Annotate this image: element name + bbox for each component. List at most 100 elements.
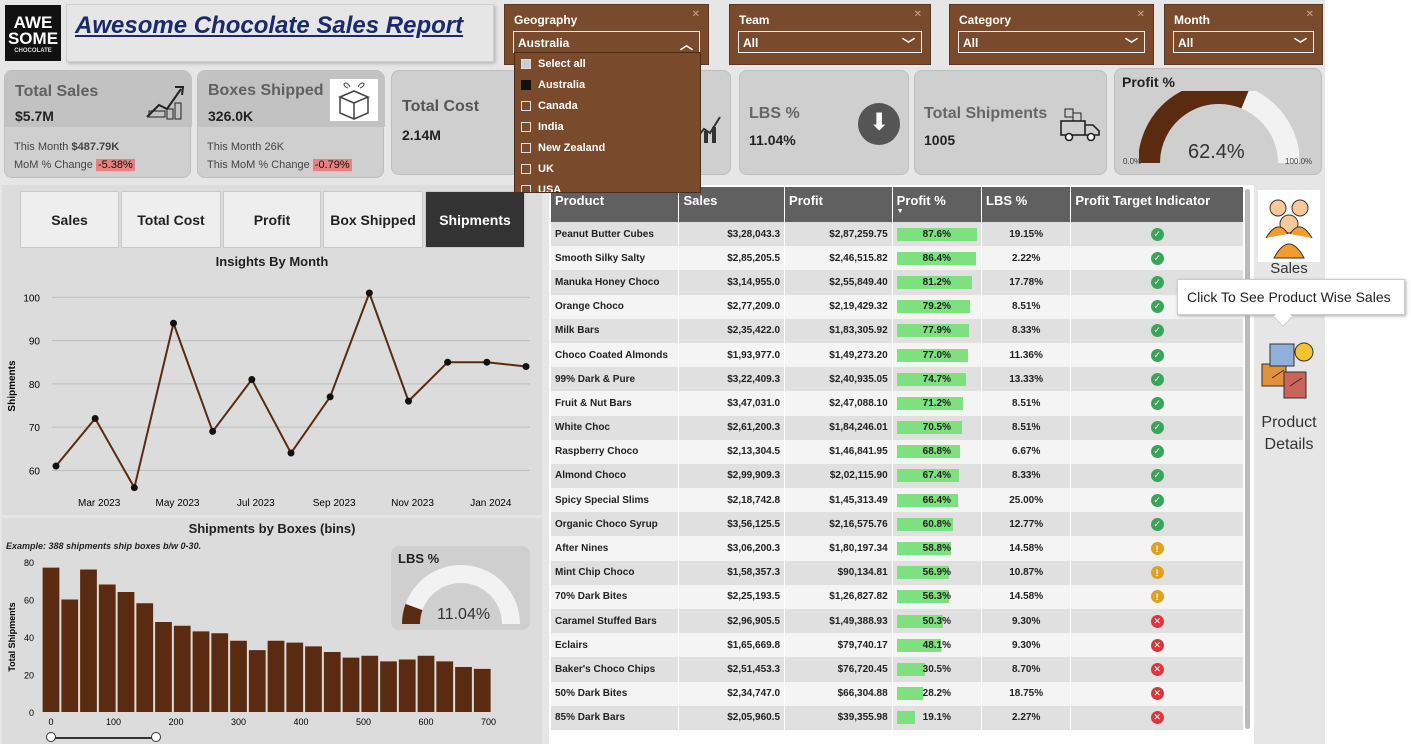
check-circle-icon: ✓ bbox=[1150, 275, 1164, 289]
table-row[interactable]: Eclairs $1,65,669.8 $79,740.17 48.1% 9.30% ✕ bbox=[551, 633, 1244, 658]
product-name: Manuka Honey Choco bbox=[551, 270, 680, 295]
table-row[interactable]: Almond Choco $2,99,909.3 $2,02,115.90 67.4%… bbox=[551, 463, 1244, 489]
table-row[interactable]: Caramel Stuffed Bars $2,96,905.5 $1,49,388… bbox=[551, 609, 1244, 634]
check-circle-icon: ✓ bbox=[1150, 396, 1164, 410]
geography-option-select-all[interactable]: Select all bbox=[521, 54, 586, 74]
table-row[interactable]: Fruit & Nut Bars $3,47,031.0 $2,47,088.10 7… bbox=[551, 391, 1244, 416]
profit-value: $1,84,246.01 bbox=[784, 415, 893, 440]
x-tick-label: 600 bbox=[418, 717, 433, 727]
table-row[interactable]: Spicy Special Slims $2,18,742.8 $1,45,313.… bbox=[551, 488, 1244, 513]
table-row[interactable]: Organic Choco Syrup $3,56,125.5 $2,16,575.… bbox=[551, 512, 1244, 537]
profit-pct-value: 48.1% bbox=[922, 639, 951, 651]
table-scrollbar[interactable] bbox=[1245, 189, 1250, 729]
table-row[interactable]: 50% Dark Bites $2,34,747.0 $66,304.88 28.2%… bbox=[551, 681, 1244, 706]
table-row[interactable]: Mint Chip Choco $1,58,357.3 $90,134.81 56.9… bbox=[551, 560, 1244, 585]
profit-pct-value: 77.9% bbox=[922, 325, 951, 337]
team-slicer[interactable]: Team ✕ All ﹀ bbox=[729, 4, 931, 65]
geography-option-india[interactable]: India bbox=[521, 117, 564, 137]
profit-value: $39,355.98 bbox=[784, 705, 893, 730]
table-row[interactable]: Baker's Choco Chips $2,51,453.3 $76,720.45… bbox=[551, 657, 1244, 682]
sales-value: $2,77,209.0 bbox=[678, 294, 786, 319]
lbs-pct-value: 19.15% bbox=[981, 222, 1072, 247]
histogram-bar bbox=[155, 622, 172, 712]
histogram-bar bbox=[230, 640, 247, 712]
month-slicer[interactable]: Month ✕ All ﹀ bbox=[1164, 4, 1323, 65]
geography-dropdown[interactable]: Australia ︿ bbox=[513, 31, 700, 53]
nav-button-sales[interactable]: Sales bbox=[20, 191, 119, 248]
checkbox-icon[interactable] bbox=[521, 164, 531, 174]
column-header[interactable]: Profit Target Indicator bbox=[1070, 187, 1244, 222]
y-tick-label: 60 bbox=[29, 466, 41, 477]
lbs-pct-value: 2.22% bbox=[981, 246, 1072, 271]
product-name: Eclairs bbox=[551, 633, 680, 658]
nav-button-box-shipped[interactable]: Box Shipped bbox=[323, 191, 423, 248]
column-header[interactable]: Profit bbox=[784, 187, 893, 222]
mom-change-badge: -5.38% bbox=[95, 159, 135, 171]
histogram-bar bbox=[455, 667, 472, 712]
x-tick-label: Nov 2023 bbox=[391, 498, 434, 509]
chevron-down-icon: ﹀ bbox=[901, 37, 915, 52]
table-row[interactable]: 70% Dark Bites $2,25,193.5 $1,26,827.82 56.… bbox=[551, 584, 1244, 609]
table-row[interactable]: Smooth Silky Salty $2,85,205.5 $2,46,515.8… bbox=[551, 246, 1244, 271]
checkbox-icon[interactable] bbox=[521, 185, 531, 192]
table-row[interactable]: Manuka Honey Choco $3,14,955.0 $2,55,849.4… bbox=[551, 270, 1244, 295]
profit-pct-cell: 79.2% bbox=[892, 294, 983, 319]
team-dropdown[interactable]: All ﹀ bbox=[738, 31, 922, 53]
geography-option-australia[interactable]: Australia bbox=[521, 75, 585, 95]
table-row[interactable]: Peanut Butter Cubes $3,28,043.3 $2,87,259.… bbox=[551, 222, 1244, 247]
range-slider-handle-min[interactable] bbox=[46, 732, 56, 742]
product-name: Spicy Special Slims bbox=[551, 488, 680, 513]
lbs-pct-value: 14.58% bbox=[981, 584, 1072, 609]
lbs-pct-value: 8.51% bbox=[981, 391, 1072, 416]
range-slider-handle-max[interactable] bbox=[151, 732, 161, 742]
profit-pct-value: 19.1% bbox=[922, 712, 951, 724]
geography-dropdown-list[interactable]: Select all Australia Canada India New Zealan… bbox=[514, 52, 701, 193]
profit-pct-value: 68.8% bbox=[922, 446, 951, 458]
sales-value: $2,61,200.3 bbox=[678, 415, 786, 440]
sales-value: $3,22,409.3 bbox=[678, 367, 786, 392]
table-row[interactable]: After Nines $3,06,200.3 $1,80,197.34 58.8% 1… bbox=[551, 536, 1244, 561]
nav-button-shipments[interactable]: Shipments bbox=[425, 191, 525, 248]
sort-desc-icon[interactable]: ▼ bbox=[897, 208, 977, 215]
table-row[interactable]: White Choc $2,61,200.3 $1,84,246.01 70.5% 8.… bbox=[551, 415, 1244, 440]
geography-option-usa[interactable]: USA bbox=[521, 180, 561, 192]
data-point bbox=[444, 358, 452, 366]
profit-pct-value: 79.2% bbox=[922, 301, 951, 313]
sales-value: $3,56,125.5 bbox=[678, 512, 786, 537]
checkbox-icon[interactable] bbox=[521, 101, 531, 111]
nav-button-total-cost[interactable]: Total Cost bbox=[121, 191, 221, 248]
checkbox-icon[interactable] bbox=[521, 80, 531, 90]
geography-option-uk[interactable]: UK bbox=[521, 159, 554, 179]
table-row[interactable]: 99% Dark & Pure $3,22,409.3 $2,40,935.05 74… bbox=[551, 367, 1244, 392]
sales-value: $3,47,031.0 bbox=[678, 391, 786, 416]
column-header[interactable]: LBS % bbox=[981, 187, 1072, 222]
profit-pct-cell: 77.9% bbox=[892, 318, 983, 343]
nav-button-profit[interactable]: Profit bbox=[223, 191, 321, 248]
column-header[interactable]: Profit % ▼ bbox=[892, 187, 983, 222]
category-dropdown[interactable]: All ﹀ bbox=[958, 31, 1145, 53]
checkbox-icon[interactable] bbox=[521, 122, 531, 132]
sales-nav-button[interactable] bbox=[1258, 190, 1320, 262]
geography-option-canada[interactable]: Canada bbox=[521, 96, 578, 116]
product-table: Product Sales Profit Profit % ▼ LBS % Profit T… bbox=[551, 187, 1244, 730]
product-name: Milk Bars bbox=[551, 318, 680, 343]
month-dropdown[interactable]: All ﹀ bbox=[1173, 31, 1314, 53]
profit-pct-cell: 56.3% bbox=[892, 584, 983, 609]
check-circle-icon: ✓ bbox=[1150, 227, 1164, 241]
geography-option-new-zealand[interactable]: New Zealand bbox=[521, 138, 605, 158]
table-row[interactable]: 85% Dark Bars $2,05,960.5 $39,355.98 19.1% 2… bbox=[551, 705, 1244, 730]
error-x-icon: ✕ bbox=[1150, 662, 1164, 676]
histogram-bar bbox=[248, 650, 266, 712]
table-row[interactable]: Choco Coated Almonds $1,93,977.0 $1,49,273… bbox=[551, 342, 1244, 368]
table-row[interactable]: Orange Choco $2,77,209.0 $2,19,429.32 79.2%… bbox=[551, 294, 1244, 319]
table-row[interactable]: Milk Bars $2,35,422.0 $1,83,305.92 77.9% 8.3… bbox=[551, 318, 1244, 343]
data-point bbox=[130, 484, 138, 492]
checkbox-icon[interactable] bbox=[521, 59, 531, 69]
category-slicer[interactable]: Category ✕ All ﹀ bbox=[949, 4, 1154, 65]
checkbox-icon[interactable] bbox=[521, 143, 531, 153]
histogram-bar bbox=[42, 567, 60, 712]
table-row[interactable]: Raspberry Choco $2,13,304.5 $1,46,841.95 68… bbox=[551, 439, 1244, 464]
product-details-nav-button[interactable] bbox=[1258, 334, 1320, 404]
range-slider-track[interactable] bbox=[50, 737, 156, 739]
profit-value: $1,80,197.34 bbox=[784, 536, 893, 561]
